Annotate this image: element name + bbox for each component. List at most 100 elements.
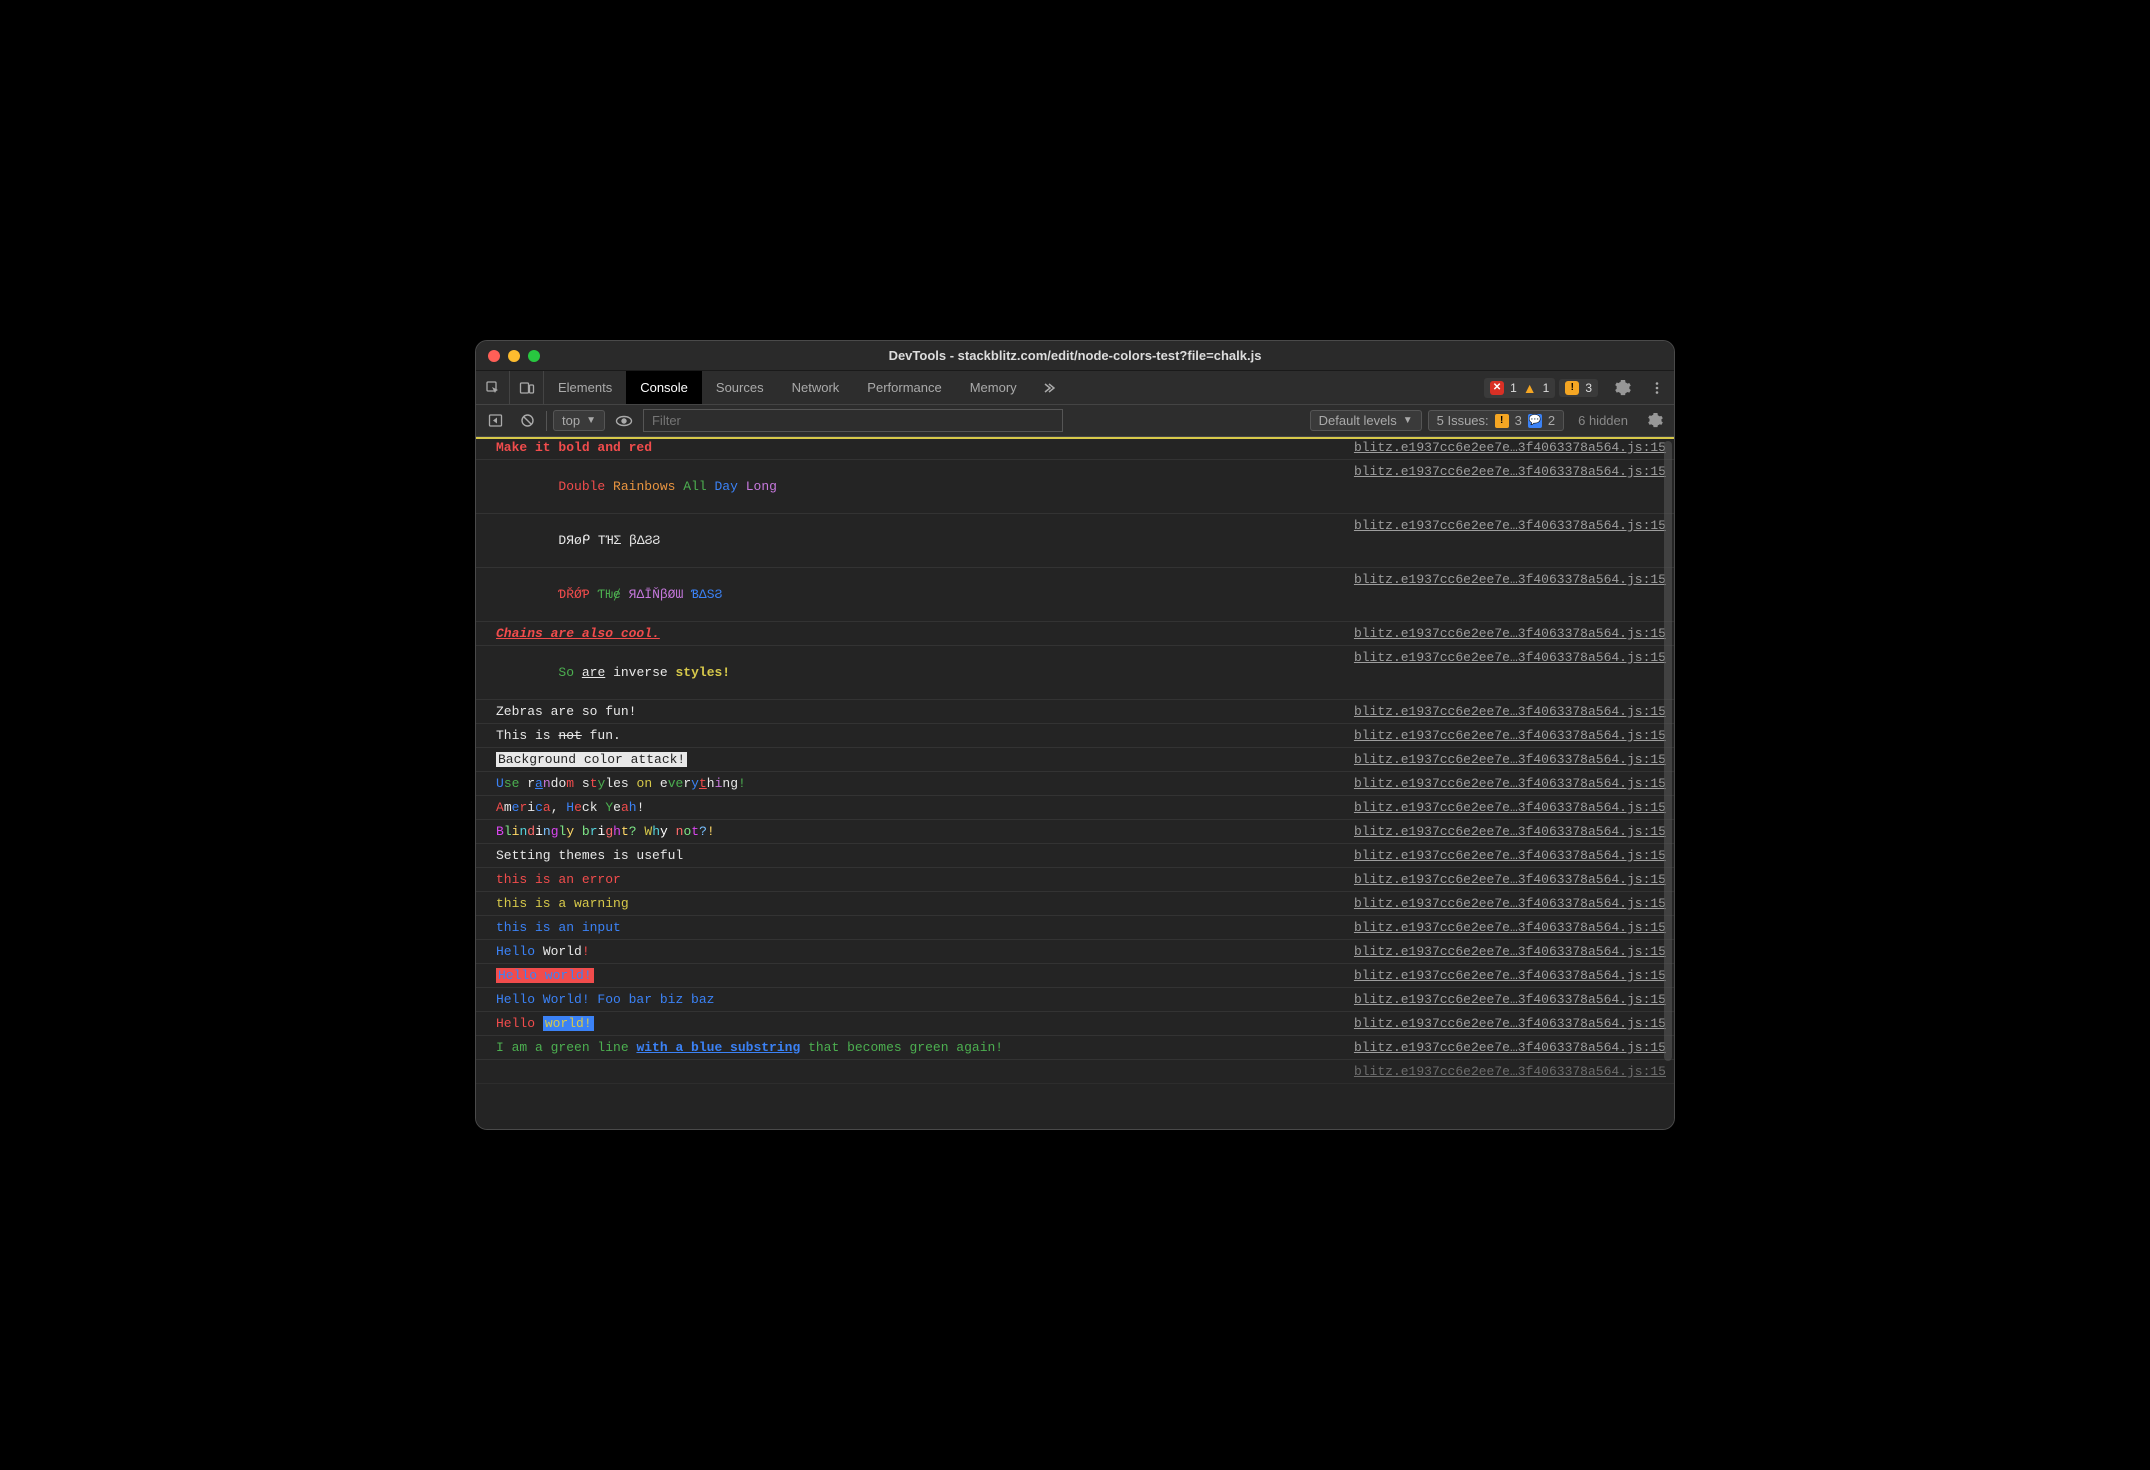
window-title: DevTools - stackblitz.com/edit/node-colo… <box>476 348 1674 363</box>
log-row: Setting themes is useful blitz.e1937cc6e… <box>476 844 1674 868</box>
log-text: All <box>683 479 706 494</box>
tab-elements[interactable]: Elements <box>544 371 626 404</box>
log-text: this is an input <box>496 920 621 935</box>
source-link[interactable]: blitz.e1937cc6e2ee7e…3f4063378a564.js:15 <box>1354 1040 1666 1055</box>
log-text: Double <box>558 479 605 494</box>
warning-count: 1 <box>1543 381 1550 395</box>
log-text: ЯΔĪŇβØƜ <box>629 587 684 602</box>
source-link[interactable]: blitz.e1937cc6e2ee7e…3f4063378a564.js:15 <box>1354 896 1666 911</box>
log-text: So <box>558 665 574 680</box>
log-text: Zebras are so fun! <box>496 704 636 719</box>
device-toolbar-icon[interactable] <box>510 371 544 404</box>
settings-icon[interactable] <box>1606 371 1640 404</box>
close-window-button[interactable] <box>488 350 500 362</box>
issues-badge[interactable]: ! 3 <box>1559 379 1598 397</box>
log-text: DЯøᑭ <box>558 533 590 548</box>
source-link[interactable]: blitz.e1937cc6e2ee7e…3f4063378a564.js:15 <box>1354 752 1666 767</box>
inspect-element-icon[interactable] <box>476 371 510 404</box>
log-text: this is a warning <box>496 896 629 911</box>
console-toolbar: top ▼ Default levels ▼ 5 Issues: ! 3 💬 2… <box>476 405 1674 437</box>
source-link[interactable]: blitz.e1937cc6e2ee7e…3f4063378a564.js:15 <box>1354 992 1666 1007</box>
filter-field[interactable] <box>643 409 1063 432</box>
error-count: 1 <box>1510 381 1517 395</box>
issues-summary[interactable]: 5 Issues: ! 3 💬 2 <box>1428 410 1565 431</box>
console-settings-icon[interactable] <box>1642 409 1668 433</box>
source-link[interactable]: blitz.e1937cc6e2ee7e…3f4063378a564.js:15 <box>1354 704 1666 719</box>
toggle-sidebar-icon[interactable] <box>482 409 508 433</box>
hidden-count: 6 hidden <box>1570 413 1636 428</box>
log-text: Day <box>715 479 738 494</box>
minimize-window-button[interactable] <box>508 350 520 362</box>
maximize-window-button[interactable] <box>528 350 540 362</box>
log-row: this is an input blitz.e1937cc6e2ee7e…3f… <box>476 916 1674 940</box>
log-text: Make it bold and red <box>496 440 652 455</box>
error-icon: ✕ <box>1490 381 1504 395</box>
tab-console[interactable]: Console <box>626 371 702 404</box>
log-row: I am a green line with a blue substring … <box>476 1036 1674 1060</box>
log-text: TΉΣ <box>598 533 621 548</box>
issues-blue-count: 2 <box>1548 413 1555 428</box>
source-link[interactable]: blitz.e1937cc6e2ee7e…3f4063378a564.js:15 <box>1354 650 1666 665</box>
context-label: top <box>562 413 580 428</box>
context-selector[interactable]: top ▼ <box>553 410 605 431</box>
clear-console-icon[interactable] <box>514 409 540 433</box>
source-link[interactable]: blitz.e1937cc6e2ee7e…3f4063378a564.js:15 <box>1354 728 1666 743</box>
issue-icon: ! <box>1565 381 1579 395</box>
more-tabs-icon[interactable] <box>1031 371 1065 404</box>
log-text: This is <box>496 728 558 743</box>
tab-performance[interactable]: Performance <box>853 371 955 404</box>
log-text: not <box>558 728 581 743</box>
errors-warnings-badge[interactable]: ✕ 1 ▲ 1 <box>1484 378 1555 398</box>
issues-yellow-count: 3 <box>1515 413 1522 428</box>
log-row: Zebras are so fun! blitz.e1937cc6e2ee7e…… <box>476 700 1674 724</box>
tab-memory[interactable]: Memory <box>956 371 1031 404</box>
source-link[interactable]: blitz.e1937cc6e2ee7e…3f4063378a564.js:15 <box>1354 572 1666 587</box>
log-text: Hello world! <box>496 968 594 983</box>
source-link[interactable]: blitz.e1937cc6e2ee7e…3f4063378a564.js:15 <box>1354 1016 1666 1031</box>
log-text: fun. <box>582 728 621 743</box>
log-row: this is an error blitz.e1937cc6e2ee7e…3f… <box>476 868 1674 892</box>
source-link[interactable]: blitz.e1937cc6e2ee7e…3f4063378a564.js:15 <box>1354 776 1666 791</box>
warning-icon: ▲ <box>1523 380 1537 396</box>
source-link[interactable]: blitz.e1937cc6e2ee7e…3f4063378a564.js:15 <box>1354 872 1666 887</box>
log-text: Setting themes is useful <box>496 848 683 863</box>
source-link[interactable]: blitz.e1937cc6e2ee7e…3f4063378a564.js:15 <box>1354 440 1666 455</box>
kebab-menu-icon[interactable] <box>1640 371 1674 404</box>
log-text: ƊŘǾƤ <box>558 587 589 602</box>
live-expression-icon[interactable] <box>611 409 637 433</box>
log-text: βΔϨϨ <box>629 533 660 548</box>
log-levels-selector[interactable]: Default levels ▼ <box>1310 410 1422 431</box>
log-row: Hello World! blitz.e1937cc6e2ee7e…3f4063… <box>476 940 1674 964</box>
source-link[interactable]: blitz.e1937cc6e2ee7e…3f4063378a564.js:15 <box>1354 944 1666 959</box>
source-link[interactable]: blitz.e1937cc6e2ee7e…3f4063378a564.js:15 <box>1354 1064 1666 1079</box>
filter-input[interactable] <box>643 409 1063 432</box>
log-text: ƬǶɇ <box>597 587 620 602</box>
source-link[interactable]: blitz.e1937cc6e2ee7e…3f4063378a564.js:15 <box>1354 920 1666 935</box>
traffic-lights <box>488 350 540 362</box>
log-row: Use random styles on everything! blitz.e… <box>476 772 1674 796</box>
source-link[interactable]: blitz.e1937cc6e2ee7e…3f4063378a564.js:15 <box>1354 626 1666 641</box>
log-text: Long <box>746 479 777 494</box>
tab-sources[interactable]: Sources <box>702 371 778 404</box>
log-row: blitz.e1937cc6e2ee7e…3f4063378a564.js:15 <box>476 1060 1674 1084</box>
source-link[interactable]: blitz.e1937cc6e2ee7e…3f4063378a564.js:15 <box>1354 824 1666 839</box>
log-text: styles! <box>675 665 730 680</box>
devtools-window: DevTools - stackblitz.com/edit/node-colo… <box>475 340 1675 1130</box>
scrollbar-thumb[interactable] <box>1664 441 1672 1061</box>
tab-network[interactable]: Network <box>778 371 854 404</box>
status-badges: ✕ 1 ▲ 1 ! 3 <box>1476 371 1606 404</box>
log-text: Chains are also cool. <box>496 626 660 641</box>
source-link[interactable]: blitz.e1937cc6e2ee7e…3f4063378a564.js:15 <box>1354 800 1666 815</box>
log-row: this is a warning blitz.e1937cc6e2ee7e…3… <box>476 892 1674 916</box>
log-text: this is an error <box>496 872 621 887</box>
source-link[interactable]: blitz.e1937cc6e2ee7e…3f4063378a564.js:15 <box>1354 968 1666 983</box>
source-link[interactable]: blitz.e1937cc6e2ee7e…3f4063378a564.js:15 <box>1354 848 1666 863</box>
log-row: Blindingly bright? Why not?! blitz.e1937… <box>476 820 1674 844</box>
log-text: ƁΔЅϨ <box>691 587 722 602</box>
levels-label: Default levels <box>1319 413 1397 428</box>
log-row: Hello World! Foo bar biz baz blitz.e1937… <box>476 988 1674 1012</box>
source-link[interactable]: blitz.e1937cc6e2ee7e…3f4063378a564.js:15 <box>1354 518 1666 533</box>
source-link[interactable]: blitz.e1937cc6e2ee7e…3f4063378a564.js:15 <box>1354 464 1666 479</box>
console-output[interactable]: Make it bold and red blitz.e1937cc6e2ee7… <box>476 437 1674 1129</box>
log-text: Rainbows <box>613 479 675 494</box>
